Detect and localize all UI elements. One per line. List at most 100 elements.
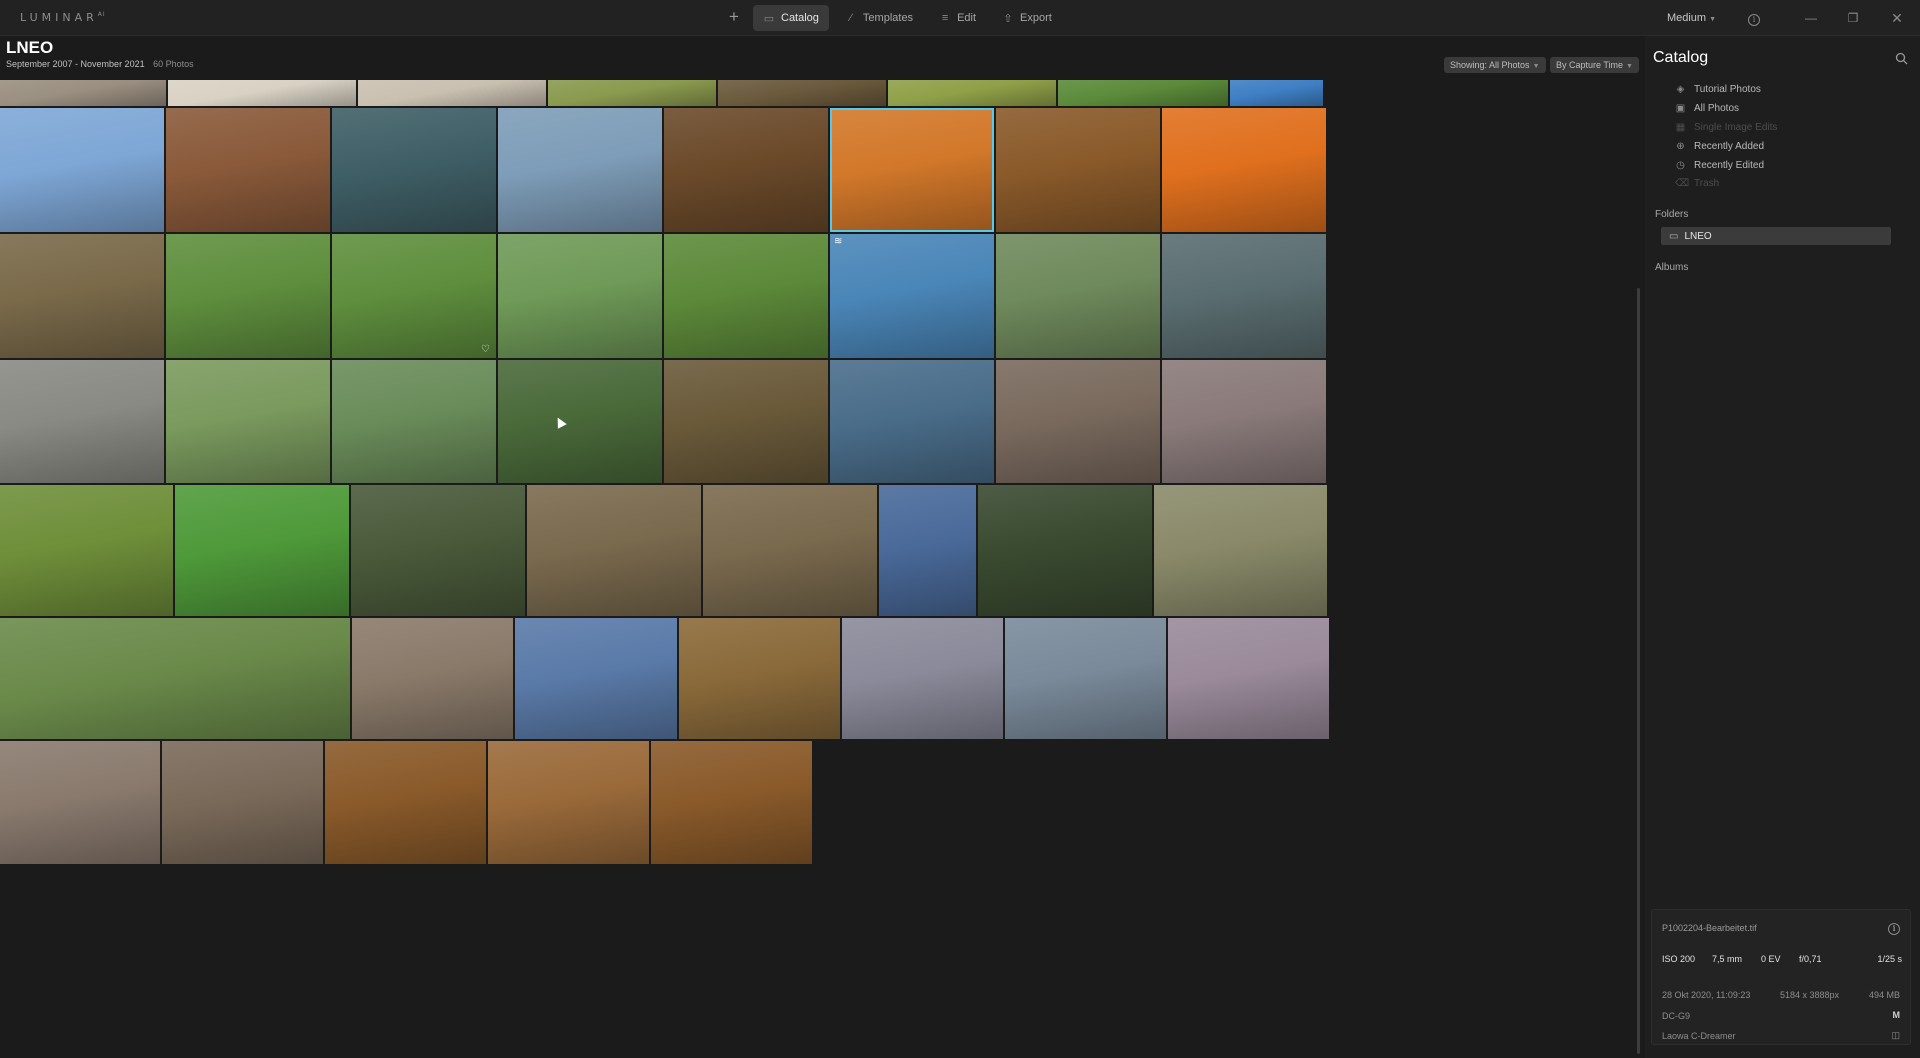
image-info-card: P1002204-Bearbeitet.tif i ISO 200 7,5 mm… bbox=[1651, 909, 1911, 1045]
folder-item-lneo[interactable]: ▭ LNEO bbox=[1661, 227, 1891, 245]
photo-thumbnail[interactable] bbox=[1154, 485, 1327, 616]
photo-thumbnail[interactable] bbox=[664, 360, 828, 483]
photo-thumbnail[interactable] bbox=[1230, 80, 1323, 106]
sliders-icon: ≡ bbox=[941, 12, 949, 24]
photo-thumbnail[interactable] bbox=[879, 485, 976, 616]
photo-thumbnail[interactable] bbox=[498, 360, 662, 483]
top-bar: LUMINARAI + ▭ Catalog ⁄ Templates ≡ Edit… bbox=[0, 0, 1920, 36]
chevron-down-icon: ▼ bbox=[1709, 16, 1716, 23]
catalog-item-single-image-edits: ▦ Single Image Edits bbox=[1675, 122, 1778, 133]
catalog-item-trash: ⌫ Trash bbox=[1675, 178, 1719, 189]
info-button[interactable]: i bbox=[1736, 11, 1772, 26]
grid-icon: ▦ bbox=[1675, 122, 1686, 133]
photo-thumbnail[interactable] bbox=[488, 741, 649, 864]
info-button[interactable]: i bbox=[1888, 920, 1900, 935]
catalog-item-label: Single Image Edits bbox=[1694, 122, 1778, 133]
catalog-item-all-photos[interactable]: ▣ All Photos bbox=[1675, 103, 1739, 114]
sort-dropdown[interactable]: By Capture Time ▼ bbox=[1550, 57, 1639, 73]
catalog-item-label: Recently Edited bbox=[1694, 160, 1765, 171]
page-title: LNEO bbox=[6, 38, 54, 57]
tab-templates-label: Templates bbox=[862, 12, 914, 24]
photo-thumbnail[interactable] bbox=[1162, 108, 1326, 232]
view-size-dropdown[interactable]: Medium ▼ bbox=[1667, 12, 1716, 24]
exif-exposure: 0 EV bbox=[1761, 954, 1781, 964]
favorite-heart-icon[interactable]: ♡ bbox=[481, 344, 490, 355]
photo-thumbnail[interactable] bbox=[175, 485, 349, 616]
photo-thumbnail[interactable] bbox=[664, 234, 828, 358]
minimize-button[interactable]: — bbox=[1790, 11, 1832, 25]
photo-thumbnail[interactable] bbox=[0, 360, 164, 483]
albums-heading[interactable]: Albums bbox=[1655, 262, 1688, 273]
photo-thumbnail[interactable]: ♡ bbox=[332, 234, 496, 358]
photo-thumbnail[interactable] bbox=[651, 741, 812, 864]
share-icon: ⇧ bbox=[1003, 12, 1013, 25]
photo-thumbnail[interactable] bbox=[527, 485, 701, 616]
catalog-item-recently-added[interactable]: ⊕ Recently Added bbox=[1675, 141, 1764, 152]
photo-thumbnail[interactable] bbox=[1162, 234, 1326, 358]
photo-thumbnail[interactable] bbox=[0, 234, 164, 358]
photo-thumbnail[interactable] bbox=[166, 360, 330, 483]
photo-thumbnail[interactable] bbox=[842, 618, 1003, 739]
photo-thumbnail[interactable] bbox=[0, 485, 173, 616]
photo-thumbnail[interactable] bbox=[996, 234, 1160, 358]
photo-thumbnail[interactable] bbox=[498, 234, 662, 358]
photo-thumbnail[interactable] bbox=[703, 485, 877, 616]
photo-thumbnail[interactable] bbox=[1162, 360, 1326, 483]
tab-export[interactable]: ⇧ Export bbox=[992, 5, 1062, 31]
photo-thumbnail[interactable] bbox=[332, 108, 496, 232]
tab-edit[interactable]: ≡ Edit bbox=[929, 5, 986, 31]
photo-thumbnail[interactable] bbox=[0, 80, 166, 106]
photo-thumbnail[interactable] bbox=[166, 108, 330, 232]
chevron-down-icon: ▼ bbox=[1626, 63, 1633, 70]
exif-aperture: f/0,71 bbox=[1799, 954, 1822, 964]
photo-thumbnail[interactable] bbox=[352, 618, 513, 739]
photo-thumbnail[interactable] bbox=[162, 741, 323, 864]
tab-catalog[interactable]: ▭ Catalog bbox=[753, 5, 829, 31]
panel-title: Catalog bbox=[1653, 49, 1709, 66]
photo-thumbnail[interactable] bbox=[830, 360, 994, 483]
photo-thumbnail[interactable] bbox=[996, 108, 1160, 232]
catalog-item-tutorial-photos[interactable]: ◈ Tutorial Photos bbox=[1675, 84, 1761, 95]
photo-thumbnail[interactable] bbox=[498, 108, 662, 232]
info-filename: P1002204-Bearbeitet.tif bbox=[1662, 923, 1757, 933]
catalog-item-recently-edited[interactable]: ◷ Recently Edited bbox=[1675, 160, 1764, 171]
clock-icon: ◷ bbox=[1676, 160, 1685, 171]
catalog-item-label: All Photos bbox=[1694, 103, 1740, 114]
photo-thumbnail[interactable] bbox=[168, 80, 356, 106]
photo-thumbnail[interactable] bbox=[332, 360, 496, 483]
photo-thumbnail[interactable] bbox=[996, 360, 1160, 483]
catalog-item-label: Recently Added bbox=[1694, 141, 1765, 152]
photo-thumbnail[interactable] bbox=[1058, 80, 1228, 106]
photo-thumbnail[interactable]: ≋ bbox=[830, 234, 994, 358]
photo-thumbnail[interactable] bbox=[351, 485, 525, 616]
photo-thumbnail[interactable] bbox=[515, 618, 677, 739]
photo-thumbnail[interactable] bbox=[166, 234, 330, 358]
add-photos-button[interactable]: + bbox=[720, 5, 748, 31]
photo-thumbnail[interactable] bbox=[978, 485, 1152, 616]
exif-focal-length: 7,5 mm bbox=[1712, 954, 1743, 964]
close-button[interactable]: ✕ bbox=[1874, 10, 1920, 27]
restore-button[interactable]: ❐ bbox=[1832, 11, 1874, 25]
photo-thumbnail[interactable] bbox=[325, 741, 486, 864]
photos-icon: ▣ bbox=[1675, 103, 1686, 114]
photo-thumbnail[interactable] bbox=[1005, 618, 1166, 739]
photo-thumbnail[interactable] bbox=[679, 618, 840, 739]
photo-thumbnail[interactable] bbox=[718, 80, 886, 106]
photo-thumbnail[interactable] bbox=[888, 80, 1056, 106]
grid-scrollbar[interactable] bbox=[1637, 288, 1640, 1054]
folders-heading[interactable]: Folders bbox=[1655, 209, 1688, 220]
main-nav: + ▭ Catalog ⁄ Templates ≡ Edit ⇧ Export bbox=[720, 5, 1065, 31]
photo-thumbnail[interactable] bbox=[0, 108, 164, 232]
wand-icon: ⁄ bbox=[850, 12, 852, 24]
photo-thumbnail[interactable] bbox=[1168, 618, 1329, 739]
photo-thumbnail[interactable] bbox=[830, 108, 994, 232]
photo-thumbnail[interactable] bbox=[664, 108, 828, 232]
photo-thumbnail[interactable] bbox=[0, 741, 160, 864]
learn-icon: ◈ bbox=[1676, 84, 1685, 95]
photo-thumbnail[interactable] bbox=[0, 618, 350, 739]
tab-templates[interactable]: ⁄ Templates bbox=[835, 5, 923, 31]
search-icon[interactable] bbox=[1895, 52, 1908, 65]
photo-thumbnail[interactable] bbox=[358, 80, 546, 106]
showing-filter-dropdown[interactable]: Showing: All Photos ▼ bbox=[1444, 57, 1546, 73]
photo-thumbnail[interactable] bbox=[548, 80, 716, 106]
